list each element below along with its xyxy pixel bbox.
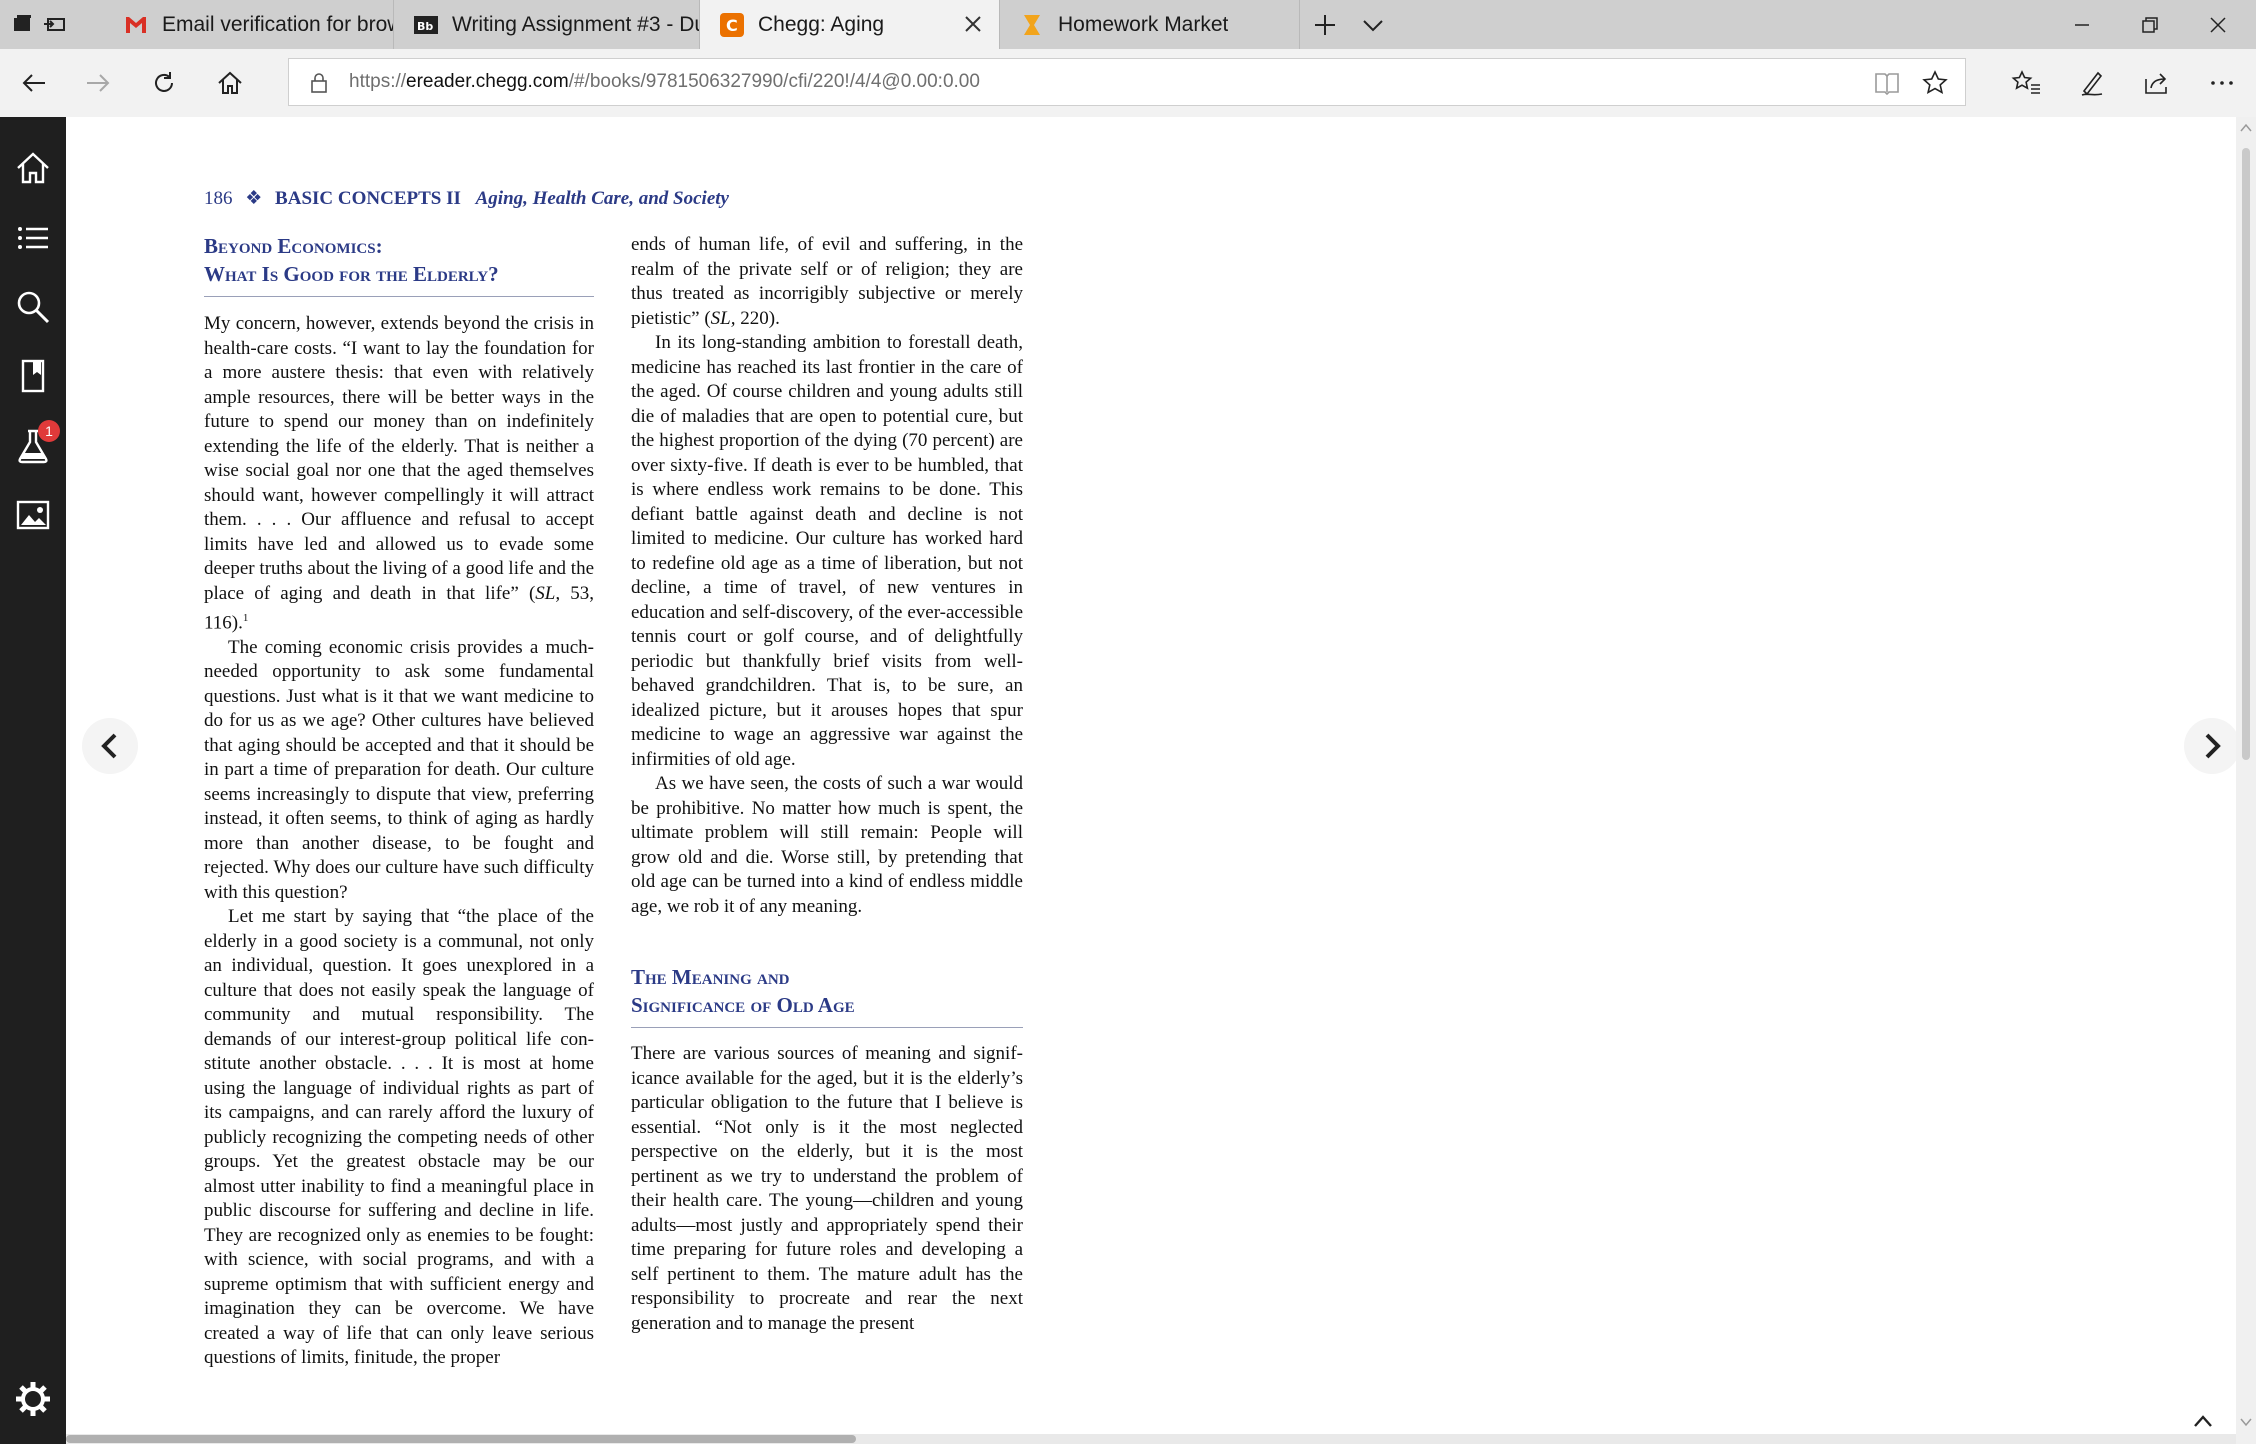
home-browser-icon[interactable] — [212, 65, 248, 101]
paragraph: ends of human life, of evil and sufferin… — [631, 234, 1023, 329]
search-icon[interactable] — [13, 287, 53, 327]
paragraph: In its long-standing ambition to foresta… — [631, 332, 1023, 770]
paragraph: My concern, however, extends beyond the … — [204, 313, 594, 634]
reader-sidebar: 1 — [0, 117, 66, 1444]
home-icon[interactable] — [13, 148, 53, 188]
previous-page-chevron-left-icon[interactable] — [82, 718, 138, 774]
scroll-to-top-chevron-up-icon[interactable] — [2186, 1408, 2220, 1434]
running-head: 186 ❖ BASIC CONCEPTS II Aging, Health Ca… — [204, 187, 729, 210]
close-tab-icon[interactable] — [961, 12, 985, 36]
paragraph: The coming economic crisis provides a mu… — [204, 636, 594, 903]
homework-market-icon — [1020, 13, 1044, 37]
refresh-icon[interactable] — [146, 65, 182, 101]
set-tabs-aside-icon[interactable] — [42, 12, 68, 36]
tab-email-verification[interactable]: Email verification for brown — [104, 0, 394, 49]
back-icon[interactable] — [16, 65, 52, 101]
more-options-icon[interactable] — [2204, 65, 2240, 101]
tab-writing-assignment[interactable]: Bb Writing Assignment #3 - Du — [394, 0, 700, 49]
book-title: Aging, Health Care, and Society — [475, 188, 729, 209]
tab-actions-icon[interactable] — [10, 12, 36, 36]
tab-title: Email verification for brown — [162, 12, 393, 36]
chegg-icon: C — [720, 12, 744, 37]
lock-icon[interactable] — [309, 72, 329, 94]
close-window-icon[interactable] — [2184, 0, 2252, 49]
heading-rule — [631, 1027, 1023, 1028]
address-bar[interactable]: https://ereader.chegg.com/#/books/978150… — [288, 58, 1966, 106]
pen-notes-icon[interactable] — [2074, 65, 2110, 101]
blackboard-icon: Bb — [414, 13, 438, 37]
new-tab-icon[interactable] — [1312, 12, 1338, 38]
heading-rule — [204, 296, 594, 297]
separator-ornament: ❖ — [245, 188, 263, 209]
bookmark-icon[interactable] — [13, 356, 53, 396]
text-column-right: ends of human life, of evil and sufferin… — [631, 233, 1023, 1336]
paragraph: As we have seen, the costs of such a war… — [631, 773, 1023, 917]
notification-badge: 1 — [38, 420, 60, 442]
forward-icon[interactable] — [80, 65, 116, 101]
page-number: 186 — [204, 188, 233, 209]
tab-title: Chegg: Aging — [758, 12, 885, 36]
images-icon[interactable] — [13, 495, 53, 535]
tab-chegg-aging[interactable]: C Chegg: Aging — [700, 0, 1000, 49]
text-column-left: Beyond Economics: What Is Good for the E… — [204, 232, 594, 1371]
gmail-icon — [124, 13, 148, 37]
horizontal-scroll-thumb[interactable] — [66, 1435, 856, 1443]
vertical-scroll-thumb[interactable] — [2242, 148, 2250, 760]
part-title: BASIC CONCEPTS II — [275, 188, 461, 209]
restore-icon[interactable] — [2116, 0, 2184, 49]
next-page-chevron-right-icon[interactable] — [2184, 718, 2240, 774]
tab-homework-market[interactable]: Homework Market — [1000, 0, 1300, 49]
favorite-star-icon[interactable] — [1921, 69, 1949, 97]
favorites-hub-icon[interactable] — [2008, 65, 2044, 101]
svg-text:C: C — [726, 16, 738, 35]
tab-title: Homework Market — [1058, 12, 1229, 36]
footnote-marker: 1 — [242, 612, 249, 624]
contents-list-icon[interactable] — [13, 218, 53, 258]
share-icon[interactable] — [2138, 65, 2174, 101]
section-heading: Beyond Economics: What Is Good for the E… — [204, 234, 499, 286]
navigation-bar: https://ereader.chegg.com/#/books/978150… — [0, 49, 2256, 118]
tab-preview-chevron-down-icon[interactable] — [1360, 12, 1386, 38]
paragraph: Let me start by saying that “the place o… — [204, 906, 594, 1369]
tab-title: Writing Assignment #3 - Du — [452, 12, 699, 36]
svg-text:Bb: Bb — [417, 20, 433, 33]
tab-strip: Email verification for brown Bb Writing … — [0, 0, 2256, 49]
settings-icon[interactable] — [13, 1379, 53, 1419]
section-heading: The Meaning and Significance of Old Age — [631, 965, 855, 1017]
reading-view-icon[interactable] — [1873, 70, 1901, 96]
url-text[interactable]: https://ereader.chegg.com/#/books/978150… — [349, 71, 980, 93]
minimize-icon[interactable] — [2048, 0, 2116, 49]
paragraph: There are various sources of meaning and… — [631, 1043, 1023, 1334]
